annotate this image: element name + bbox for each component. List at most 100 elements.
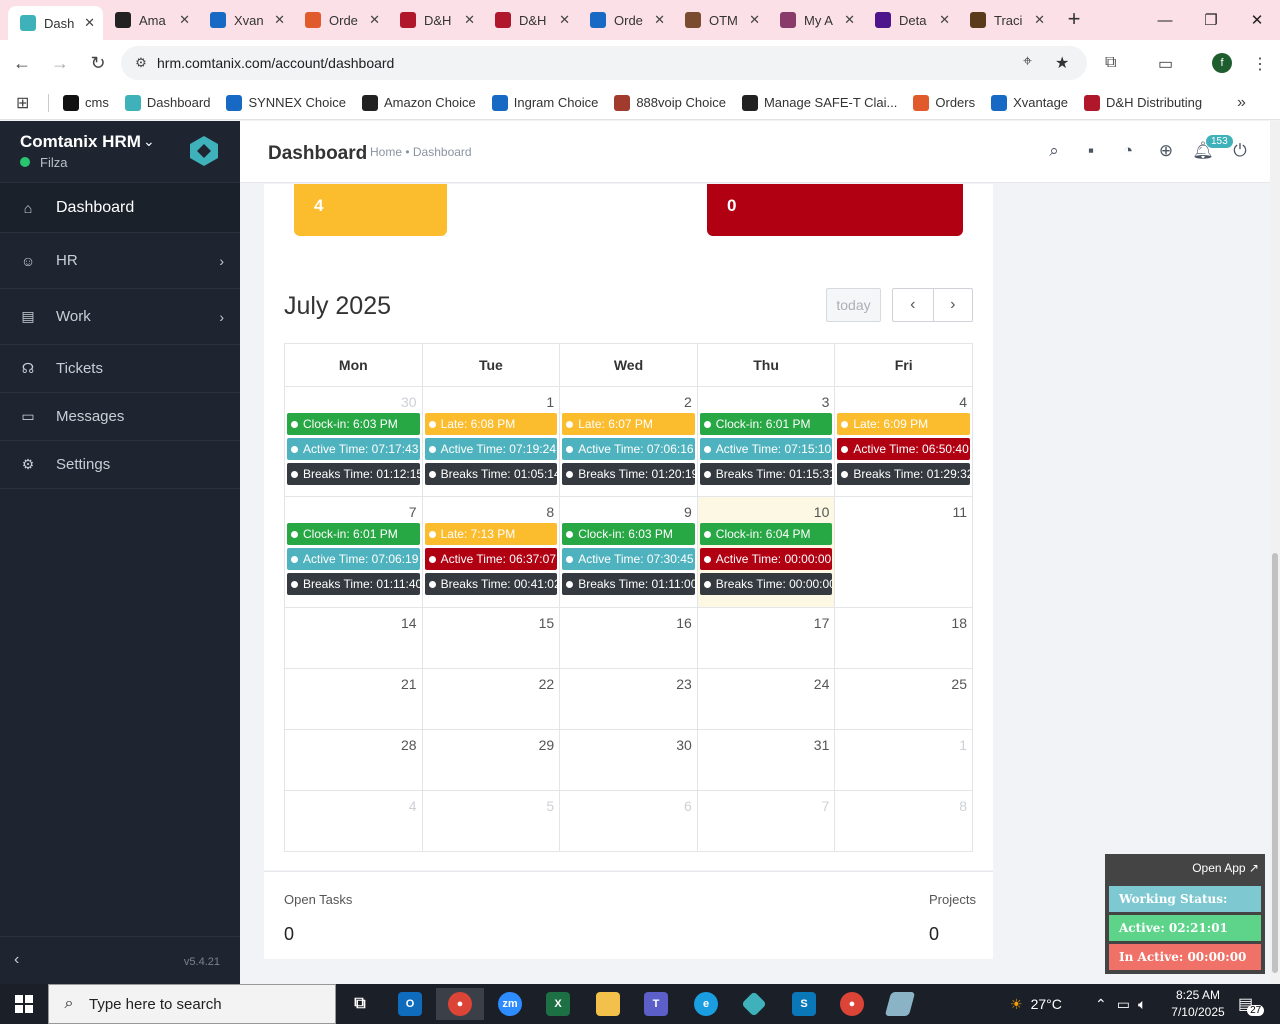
clock-icon[interactable]: ◔ (1118, 141, 1138, 161)
browser-tab[interactable]: D&H ✕ (388, 0, 483, 40)
close-tab-icon[interactable]: ✕ (84, 15, 95, 31)
day-number[interactable]: 9 (560, 497, 697, 523)
day-number[interactable]: 16 (560, 608, 697, 634)
day-number[interactable]: 30 (285, 387, 422, 413)
sidebar-item-dashboard[interactable]: ⌂ Dashboard (0, 183, 240, 233)
calendar-day-cell[interactable]: 16 (559, 607, 698, 669)
address-bar[interactable]: ⚙ hrm.comtanix.com/account/dashboard ⌖ ★ (121, 46, 1087, 80)
calendar-event-clockin[interactable]: Clock-in: 6:01 PM (287, 523, 420, 545)
bookmark-item[interactable]: Manage SAFE-T Clai... (741, 94, 897, 111)
profile-avatar[interactable]: f (1212, 53, 1232, 73)
browser-tab[interactable]: Orde ✕ (293, 0, 388, 40)
sidebar-item-tickets[interactable]: ☊ Tickets (0, 345, 240, 393)
calendar-event-clockin[interactable]: Clock-in: 6:04 PM (699, 523, 833, 545)
new-tab-button[interactable]: + (1058, 6, 1090, 32)
day-number[interactable]: 23 (560, 669, 697, 695)
day-number[interactable]: 10 (698, 497, 835, 523)
close-tab-icon[interactable]: ✕ (179, 12, 190, 28)
prev-month-button[interactable]: ‹ (893, 289, 933, 321)
menu-dots-icon[interactable]: ⋮ (1252, 54, 1268, 74)
calendar-event-breaks[interactable]: Breaks Time: 01:05:14 (424, 463, 558, 485)
calendar-day-cell[interactable]: 28 (284, 729, 423, 791)
scrollbar-thumb[interactable] (1272, 553, 1278, 973)
stat-card-left[interactable]: 4 (294, 184, 447, 236)
back-button[interactable]: ← (4, 45, 40, 81)
teams-app[interactable]: T (632, 988, 680, 1020)
calendar-event-inactive[interactable]: Active Time: 00:00:00 (699, 548, 833, 570)
calendar-event-breaks[interactable]: Breaks Time: 01:29:32 (837, 463, 970, 485)
browser-tab[interactable]: Traci ✕ (958, 0, 1053, 40)
browser-tab[interactable]: Ama ✕ (103, 0, 198, 40)
sidebar-item-work[interactable]: ▤ Work › (0, 289, 240, 345)
calendar-day-cell[interactable]: 17 (696, 607, 836, 669)
more-bookmarks-icon[interactable]: » (1237, 94, 1246, 112)
reload-button[interactable]: ↻ (80, 45, 116, 81)
address-url[interactable]: hrm.comtanix.com/account/dashboard (157, 55, 394, 71)
day-number[interactable]: 18 (835, 608, 972, 634)
app-logo-icon[interactable] (188, 135, 220, 167)
browser-tab[interactable]: Xvan ✕ (198, 0, 293, 40)
notification-center[interactable]: ▤ 27 (1238, 984, 1265, 1024)
day-number[interactable]: 4 (285, 791, 422, 817)
calendar-event-active[interactable]: Active Time: 07:06:19 (287, 548, 420, 570)
next-month-button[interactable]: › (932, 289, 973, 321)
day-number[interactable]: 7 (285, 497, 422, 523)
calendar-day-cell[interactable]: 30 Clock-in: 6:03 PM Active Time: 07:17:43… (284, 386, 423, 497)
day-number[interactable]: 7 (698, 791, 835, 817)
weather-tray[interactable]: ☀ 27°C (1010, 984, 1062, 1024)
day-number[interactable]: 3 (698, 387, 835, 413)
close-tab-icon[interactable]: ✕ (274, 12, 285, 28)
calendar-event-breaks[interactable]: Breaks Time: 01:11:00 (562, 573, 695, 595)
system-tray[interactable]: ⌃ ▭ 🔈︎ (1095, 984, 1146, 1024)
bookmark-item[interactable]: cms (63, 94, 109, 111)
bookmark-item[interactable]: Ingram Choice (491, 94, 598, 111)
day-number[interactable]: 15 (423, 608, 560, 634)
page-scrollbar[interactable] (1270, 121, 1280, 984)
calendar-day-cell[interactable]: 4 Late: 6:09 PM Active Time: 06:50:40 Break… (834, 386, 973, 497)
projects-value[interactable]: 0 (929, 924, 939, 945)
location-icon[interactable]: ⌖ (1023, 53, 1032, 71)
day-number[interactable]: 28 (285, 730, 422, 756)
sidebar-item-hr[interactable]: ☺ HR › (0, 233, 240, 289)
calendar-event-active[interactable]: Active Time: 07:30:45 (562, 548, 695, 570)
chevron-down-icon[interactable]: ⌄ (143, 133, 155, 150)
day-number[interactable]: 17 (698, 608, 835, 634)
calendar-event-breaks[interactable]: Breaks Time: 01:12:15 (287, 463, 420, 485)
calendar-day-cell[interactable]: 4 (284, 790, 423, 852)
close-tab-icon[interactable]: ✕ (939, 12, 950, 28)
close-tab-icon[interactable]: ✕ (559, 12, 570, 28)
add-circle-icon[interactable]: ⊕ (1156, 141, 1176, 161)
calendar-event-late[interactable]: Late: 6:08 PM (424, 413, 558, 435)
restore-button[interactable]: ❐ (1188, 0, 1234, 40)
calendar-day-cell[interactable]: 29 (421, 729, 561, 791)
calendar-event-active[interactable]: Active Time: 07:19:24 (424, 438, 558, 460)
notes-app[interactable] (876, 988, 924, 1020)
close-window-button[interactable]: ✕ (1234, 0, 1280, 40)
calendar-day-cell[interactable]: 7 Clock-in: 6:01 PM Active Time: 07:06:19 B… (284, 496, 423, 608)
bookmark-item[interactable]: Dashboard (124, 94, 210, 111)
day-number[interactable]: 14 (285, 608, 422, 634)
day-number[interactable]: 31 (698, 730, 835, 756)
calendar-event-active[interactable]: Active Time: 07:17:43 (287, 438, 420, 460)
close-tab-icon[interactable]: ✕ (464, 12, 475, 28)
calendar-event-breaks[interactable]: Breaks Time: 01:11:40 (287, 573, 420, 595)
calendar-day-cell[interactable]: 14 (284, 607, 423, 669)
day-number[interactable]: 1 (835, 730, 972, 756)
close-tab-icon[interactable]: ✕ (654, 12, 665, 28)
chrome-profile-app[interactable]: ● (828, 988, 876, 1020)
browser-tab[interactable]: D&H ✕ (483, 0, 578, 40)
calendar-event-breaks[interactable]: Breaks Time: 01:20:19 (562, 463, 695, 485)
calendar-day-cell[interactable]: 8 (834, 790, 973, 852)
file-explorer-app[interactable] (584, 988, 632, 1020)
sidebar-item-messages[interactable]: ▭ Messages (0, 393, 240, 441)
comtanix-app[interactable] (730, 988, 778, 1020)
calendar-day-cell[interactable]: 5 (421, 790, 561, 852)
browser-tab[interactable]: OTM ✕ (673, 0, 768, 40)
browser-tab[interactable]: Orde ✕ (578, 0, 673, 40)
bookmark-star-icon[interactable]: ★ (1055, 53, 1069, 73)
taskbar-clock[interactable]: 8:25 AM 7/10/2025 (1162, 987, 1234, 1021)
calendar-day-cell[interactable]: 18 (834, 607, 973, 669)
calendar-day-cell[interactable]: 31 (696, 729, 836, 791)
bookmark-item[interactable]: 888voip Choice (614, 94, 726, 111)
calendar-event-inactive[interactable]: Active Time: 06:50:40 (837, 438, 970, 460)
